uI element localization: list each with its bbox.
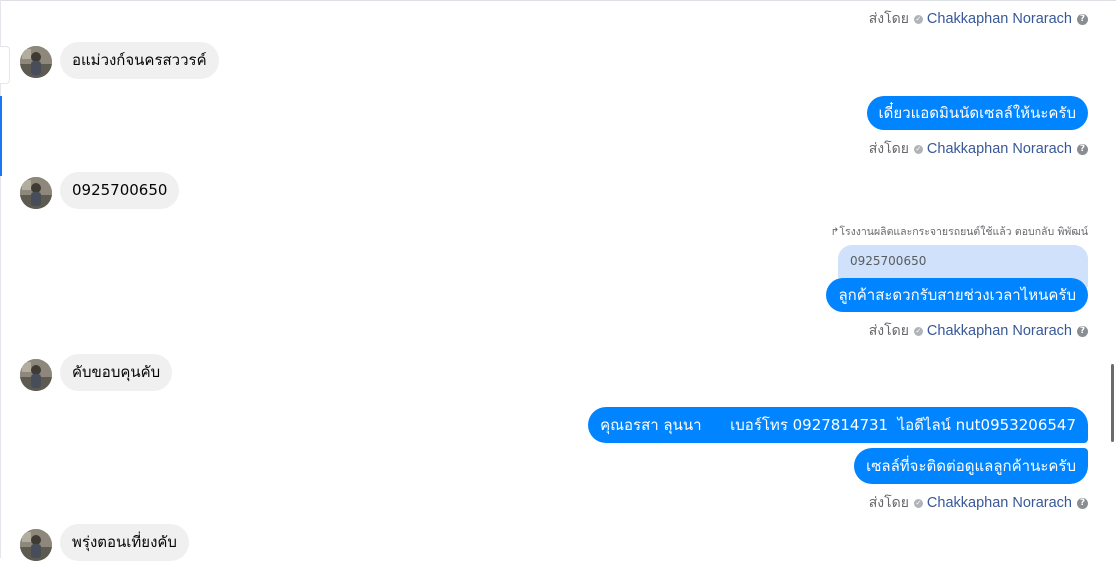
incoming-message: พรุ่งตอนเที่ยงคับ (60, 524, 189, 561)
incoming-message: คับขอบคุนคับ (60, 354, 173, 391)
agent-name-link[interactable]: Chakkaphan Norarach (927, 323, 1072, 339)
top-border (0, 0, 1116, 1)
sent-by-label: ส่งโดย (868, 141, 909, 157)
sent-by-line: ส่งโดย ✓ Chakkaphan Norarach ? (869, 8, 1088, 30)
sent-by-line: ส่งโดย ✓ Chakkaphan Norarach ? (869, 320, 1088, 342)
panel-edge-tab[interactable] (0, 46, 10, 84)
active-indicator (0, 96, 2, 176)
outgoing-message: คุณอรสา ลุนนา เบอร์โทร 0927814731 ไอดีไล… (588, 407, 1088, 443)
question-circle-icon[interactable]: ? (1077, 13, 1088, 25)
check-circle-icon: ✓ (913, 498, 923, 508)
avatar[interactable] (20, 46, 52, 78)
incoming-message: อแม่วงก์จนครสววรค์ (60, 42, 219, 79)
sent-by-label: ส่งโดย (868, 495, 909, 511)
outgoing-message: ลูกค้าสะดวกรับสายช่วงเวลาไหนครับ (826, 278, 1088, 312)
check-circle-icon: ✓ (913, 326, 923, 336)
agent-name-link[interactable]: Chakkaphan Norarach (927, 495, 1072, 511)
question-circle-icon[interactable]: ? (1077, 325, 1088, 337)
check-circle-icon: ✓ (913, 14, 923, 24)
agent-name-link[interactable]: Chakkaphan Norarach (927, 11, 1072, 27)
question-circle-icon[interactable]: ? (1077, 143, 1088, 155)
avatar[interactable] (20, 177, 52, 209)
scrollbar-thumb[interactable] (1111, 364, 1114, 442)
sent-by-label: ส่งโดย (868, 323, 909, 339)
outgoing-message: เดี๋ยวแอดมินนัดเซลล์ให้นะครับ (866, 96, 1088, 130)
sent-by-line: ส่งโดย ✓ Chakkaphan Norarach ? (869, 492, 1088, 514)
agent-name-link[interactable]: Chakkaphan Norarach (927, 141, 1072, 157)
outgoing-message: เซลล์ที่จะติดต่อดูแลลูกค้านะครับ (854, 448, 1088, 484)
sent-by-line: ส่งโดย ✓ Chakkaphan Norarach ? (869, 138, 1088, 160)
question-circle-icon[interactable]: ? (1077, 497, 1088, 509)
sent-by-label: ส่งโดย (868, 11, 909, 27)
avatar[interactable] (20, 529, 52, 561)
reply-context: ↱โรงงานผลิตและกระจายรถยนต์ใช้แล้ว ตอบกลั… (831, 223, 1088, 240)
avatar[interactable] (20, 359, 52, 391)
quoted-message-text: 0925700650 (850, 254, 927, 268)
incoming-message: 0925700650 (60, 172, 180, 209)
reply-context-text: โรงงานผลิตและกระจายรถยนต์ใช้แล้ว ตอบกลับ… (839, 226, 1088, 238)
check-circle-icon: ✓ (913, 144, 923, 154)
